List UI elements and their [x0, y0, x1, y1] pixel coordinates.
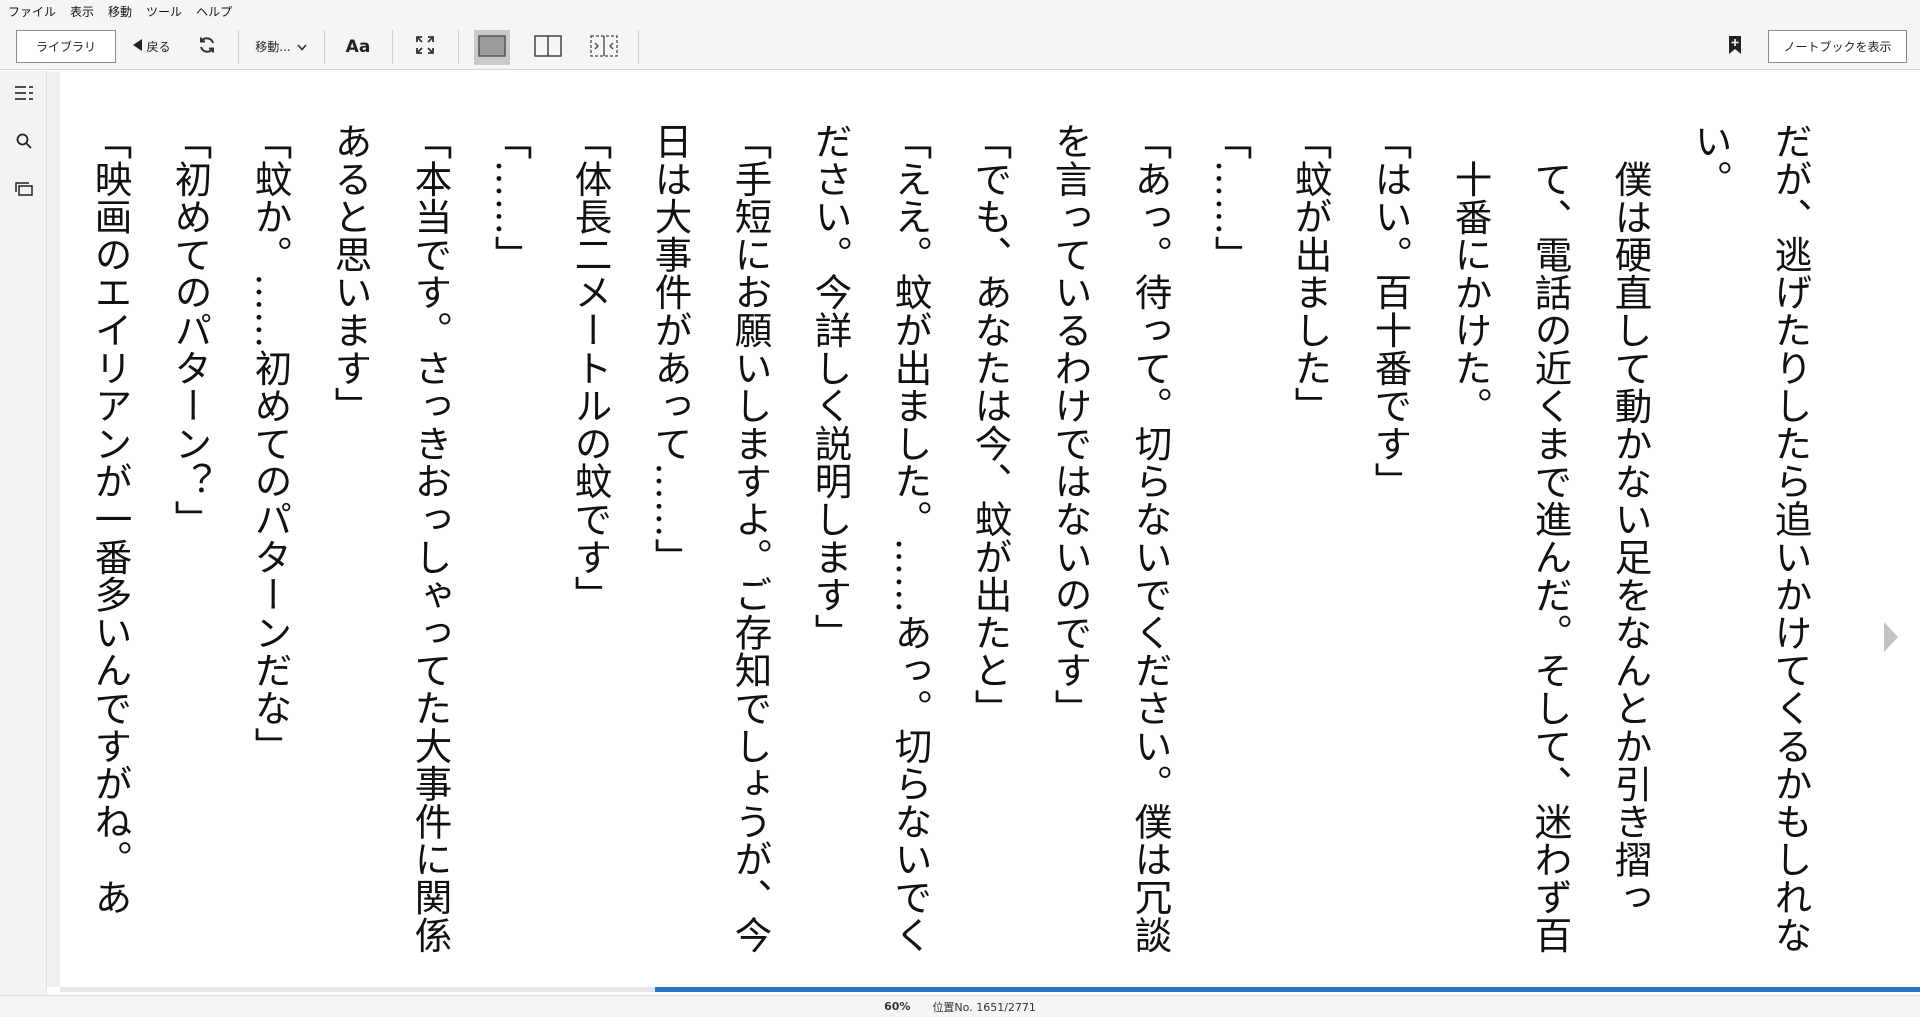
toolbar: ライブラリ 戻る 移動... Aa ノートブックを表示: [0, 22, 1920, 70]
toolbar-divider: [324, 30, 325, 64]
next-page-arrow-icon: [1884, 622, 1898, 656]
menu-view[interactable]: 表示: [68, 3, 102, 20]
text-paragraph: 「蚊が出ました」: [1288, 122, 1332, 425]
flashcards-icon: [15, 181, 33, 200]
text-paragraph: 「本当です。さっきおっしゃってた大事件に関係あると思います」: [328, 122, 452, 954]
search-button[interactable]: [10, 129, 38, 157]
text-paragraph: 「でも、あなたは今、蚊が出たと」: [968, 122, 1012, 727]
menu-help[interactable]: ヘルプ: [194, 3, 240, 20]
text-paragraph: だが、逃げたりしたら追いかけてくるかもしれない。: [1688, 122, 1812, 954]
fit-width-view-button[interactable]: [586, 30, 622, 65]
show-notebook-label: ノートブックを表示: [1783, 40, 1892, 54]
text-paragraph: 「初めてのパターン？」: [168, 122, 212, 538]
back-button[interactable]: 戻る: [126, 30, 178, 63]
text-paragraph: 僕は硬直して動かない足をなんとか引き摺って、電話の近くまで進んだ。そして、迷わず…: [1448, 160, 1652, 954]
refresh-icon: [198, 36, 216, 57]
goto-dropdown[interactable]: 移動...: [248, 30, 314, 63]
left-sidebar: [0, 71, 47, 995]
reading-progress-fill: [655, 987, 1920, 992]
text-paragraph: 「あっ。待って。切らないでください。僕は冗談を言っているわけではないのです」: [1048, 122, 1172, 954]
table-of-contents-icon: [14, 85, 34, 105]
text-paragraph: 「蚊か。……初めてのパターンだな」: [248, 122, 292, 765]
font-settings-button[interactable]: Aa: [340, 30, 376, 63]
progress-percent: 60%: [884, 1000, 911, 1013]
goto-dropdown-label: 移動...: [255, 40, 291, 54]
text-paragraph: 「はい。百十番です」: [1368, 122, 1412, 500]
next-page-button[interactable]: [1884, 622, 1898, 652]
menu-go[interactable]: 移動: [106, 3, 140, 20]
menu-file[interactable]: ファイル: [6, 3, 64, 20]
single-page-icon: [478, 35, 506, 60]
toolbar-divider: [638, 30, 639, 64]
text-paragraph: 「……」: [1208, 122, 1252, 274]
text-paragraph: 「……」: [488, 122, 532, 274]
reading-progress-bar[interactable]: [60, 987, 1920, 992]
font-settings-label: Aa: [345, 36, 371, 57]
fullscreen-icon: [416, 36, 434, 57]
book-text: だが、逃げたりしたら追いかけてくるかもしれない。 僕は硬直して動かない足をなんとか…: [70, 122, 1830, 982]
show-notebook-button[interactable]: ノートブックを表示: [1768, 30, 1907, 63]
toc-button[interactable]: [10, 81, 38, 109]
library-button-label: ライブラリ: [35, 40, 96, 54]
toolbar-divider: [458, 30, 459, 64]
location-number: 位置No. 1651/2771: [932, 1000, 1036, 1014]
back-button-label: 戻る: [146, 40, 171, 54]
single-page-view-button[interactable]: [474, 30, 510, 65]
triangle-left-icon: [133, 39, 143, 54]
two-page-icon: [534, 35, 562, 60]
library-button[interactable]: ライブラリ: [16, 30, 116, 63]
fullscreen-button[interactable]: [408, 30, 442, 63]
chevron-down-icon: [297, 40, 307, 54]
toolbar-divider: [238, 30, 239, 64]
text-paragraph: 「体長二メートルの蚊です」: [568, 122, 612, 614]
menu-bar: ファイル 表示 移動 ツール ヘルプ: [0, 0, 1920, 22]
text-paragraph: 「手短にお願いしますよ。ご存知でしょうが、今日は大事件があって……」: [648, 122, 772, 954]
flashcards-button[interactable]: [10, 176, 38, 204]
add-bookmark-button[interactable]: [1720, 30, 1750, 63]
text-paragraph: 「映画のエイリアンが一番多いんですがね。あ: [88, 122, 132, 916]
page-gutter: [47, 72, 61, 987]
fit-width-icon: [590, 35, 618, 60]
refresh-button[interactable]: [192, 30, 222, 63]
two-page-view-button[interactable]: [530, 30, 566, 65]
menu-tools[interactable]: ツール: [144, 3, 190, 20]
status-bar: 60% 位置No. 1651/2771: [0, 995, 1920, 1017]
reading-page[interactable]: だが、逃げたりしたら追いかけてくるかもしれない。 僕は硬直して動かない足をなんとか…: [60, 72, 1900, 987]
text-paragraph: 「ええ。蚊が出ました。……あっ。切らないでください。今詳しく説明します」: [808, 122, 932, 954]
search-icon: [16, 133, 32, 153]
toolbar-divider: [392, 30, 393, 64]
bookmark-add-icon: [1728, 35, 1742, 58]
